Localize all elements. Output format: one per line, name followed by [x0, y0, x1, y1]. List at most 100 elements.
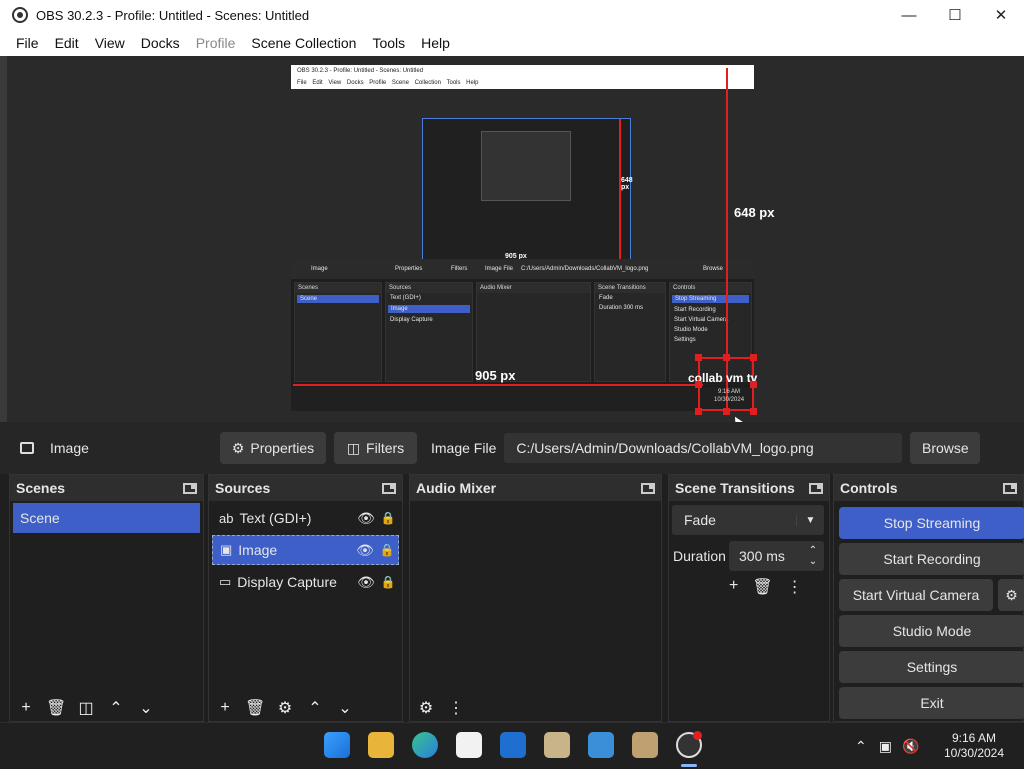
resize-handle[interactable]	[723, 408, 730, 415]
source-item-display[interactable]: ▭ Display Capture 👁 🔒	[212, 567, 399, 597]
outlook-icon[interactable]	[500, 732, 526, 758]
studio-mode-button[interactable]: Studio Mode	[839, 615, 1024, 647]
volume-muted-icon[interactable]: 🔇	[902, 738, 919, 755]
add-icon[interactable]: +	[215, 699, 235, 717]
nested-control: Studio Mode	[674, 327, 708, 333]
file-explorer-icon[interactable]	[368, 732, 394, 758]
nested-duration-value: 300 ms	[623, 305, 644, 311]
source-label: Text (GDI+)	[239, 510, 312, 526]
selected-image-bounds[interactable]: collab vm tv 9:16 AM 10/30/2024	[688, 357, 757, 411]
store-icon[interactable]	[456, 732, 482, 758]
transitions-title: Scene Transitions	[675, 480, 795, 496]
app-icon[interactable]	[632, 732, 658, 758]
resize-handle[interactable]	[750, 354, 757, 361]
resize-handle[interactable]	[695, 354, 702, 361]
menu-view[interactable]: View	[87, 35, 133, 51]
close-button[interactable]: ✕	[978, 0, 1024, 30]
resize-handle[interactable]	[750, 408, 757, 415]
filters-button[interactable]: ◫ Filters	[334, 432, 417, 464]
undock-icon[interactable]	[809, 482, 823, 494]
trash-icon[interactable]: 🗑	[46, 698, 66, 718]
taskbar-clock[interactable]: 9:16 AM 10/30/2024	[930, 731, 1018, 761]
resize-handle[interactable]	[695, 408, 702, 415]
nested-mixer-header: Audio Mixer	[477, 283, 590, 293]
scene-item[interactable]: Scene	[13, 503, 200, 533]
scenes-list: Scene + 🗑 ◫ ⌃ ⌄	[10, 501, 203, 721]
eye-icon[interactable]: 👁	[354, 542, 376, 559]
maximize-button[interactable]: ☐	[932, 0, 978, 30]
stop-streaming-button[interactable]: Stop Streaming	[839, 507, 1024, 539]
gear-icon[interactable]: ⚙	[416, 698, 436, 718]
virtual-camera-settings-button[interactable]: ⚙	[998, 579, 1024, 611]
edge-browser-icon[interactable]	[412, 732, 438, 758]
chevron-up-icon[interactable]: ⌃	[855, 738, 867, 755]
browse-button[interactable]: Browse	[910, 432, 981, 464]
lock-icon[interactable]: 🔒	[377, 511, 399, 525]
duration-value: 300 ms	[739, 548, 785, 564]
scenes-dock: Scenes Scene + 🗑 ◫ ⌃ ⌄	[9, 474, 204, 722]
trash-icon[interactable]: 🗑	[752, 577, 772, 597]
add-icon[interactable]: +	[729, 577, 738, 597]
chevron-down-icon[interactable]: ⌄	[335, 698, 355, 718]
audio-mixer-dock: Audio Mixer ⚙ ⋮	[409, 474, 662, 722]
nested-source-item: Display Capture	[390, 317, 433, 323]
lock-icon[interactable]: 🔒	[377, 575, 399, 589]
image-file-path-field[interactable]: C:/Users/Admin/Downloads/CollabVM_logo.p…	[504, 433, 903, 463]
network-icon[interactable]: ▣	[879, 738, 892, 755]
source-item-text[interactable]: ab Text (GDI+) 👁 🔒	[212, 503, 399, 533]
chevron-up-icon[interactable]: ⌃	[305, 698, 325, 718]
package-icon[interactable]	[544, 732, 570, 758]
trash-icon[interactable]: 🗑	[245, 698, 265, 718]
gear-icon[interactable]: ⚙	[275, 698, 295, 718]
resize-handle[interactable]	[695, 381, 702, 388]
transitions-actions: + 🗑 ⋮	[729, 577, 803, 597]
menu-bar: File Edit View Docks Profile Scene Colle…	[0, 30, 1024, 56]
undock-icon[interactable]	[183, 482, 197, 494]
scene-filters-icon[interactable]: ◫	[76, 698, 96, 718]
chevron-down-icon[interactable]: ▼	[796, 514, 824, 526]
more-vertical-icon[interactable]: ⋮	[446, 698, 466, 718]
nested-sources-header: Sources	[386, 283, 472, 293]
menu-edit[interactable]: Edit	[47, 35, 87, 51]
chevron-up-icon[interactable]: ⌃	[106, 698, 126, 718]
chevron-down-icon[interactable]: ⌄	[136, 698, 156, 718]
menu-help[interactable]: Help	[413, 35, 458, 51]
taskbar: ⌃ ▣ 🔇 9:16 AM 10/30/2024	[0, 722, 1024, 768]
undock-icon[interactable]	[382, 482, 396, 494]
menu-docks[interactable]: Docks	[133, 35, 188, 51]
minimize-button[interactable]: —	[886, 0, 932, 30]
add-icon[interactable]: +	[16, 699, 36, 717]
controls-body: Stop Streaming Start Recording Start Vir…	[834, 501, 1024, 721]
eye-icon[interactable]: 👁	[355, 510, 377, 527]
start-virtual-camera-button[interactable]: Start Virtual Camera	[839, 579, 993, 611]
source-label: Display Capture	[237, 574, 337, 590]
nested-control: Settings	[674, 337, 696, 343]
preview-canvas[interactable]: OBS 30.2.3 - Profile: Untitled - Scenes:…	[0, 56, 1024, 431]
resize-handle[interactable]	[723, 354, 730, 361]
source-item-image[interactable]: ▣ Image 👁 🔒	[212, 535, 399, 565]
undock-icon[interactable]	[1003, 482, 1017, 494]
nested-scenes-panel: Scenes Scene	[294, 282, 382, 382]
duration-spinbox[interactable]: 300 ms ⌃ ⌄	[729, 541, 824, 571]
nested-source-name: Image	[311, 266, 328, 272]
menu-profile[interactable]: Profile	[188, 35, 244, 51]
start-recording-button[interactable]: Start Recording	[839, 543, 1024, 575]
transition-select[interactable]: Fade ▼	[672, 505, 824, 535]
resize-handle[interactable]	[750, 381, 757, 388]
undock-icon[interactable]	[641, 482, 655, 494]
menu-scene-collection[interactable]: Scene Collection	[243, 35, 364, 51]
more-vertical-icon[interactable]: ⋮	[787, 577, 803, 597]
nested-transitions-header: Scene Transitions	[595, 283, 665, 293]
spin-arrows-icon[interactable]: ⌃ ⌄	[802, 545, 824, 567]
exit-button[interactable]: Exit	[839, 687, 1024, 719]
menu-tools[interactable]: Tools	[364, 35, 413, 51]
start-menu-icon[interactable]	[324, 732, 350, 758]
system-tray: ⌃ ▣ 🔇	[855, 723, 919, 769]
properties-button[interactable]: ⚙ Properties	[220, 432, 326, 464]
eye-icon[interactable]: 👁	[355, 574, 377, 591]
nested-mixer-panel: Audio Mixer	[476, 282, 591, 382]
settings-button[interactable]: Settings	[839, 651, 1024, 683]
lock-icon[interactable]: 🔒	[376, 543, 398, 557]
notepad-icon[interactable]	[588, 732, 614, 758]
menu-file[interactable]: File	[8, 35, 47, 51]
